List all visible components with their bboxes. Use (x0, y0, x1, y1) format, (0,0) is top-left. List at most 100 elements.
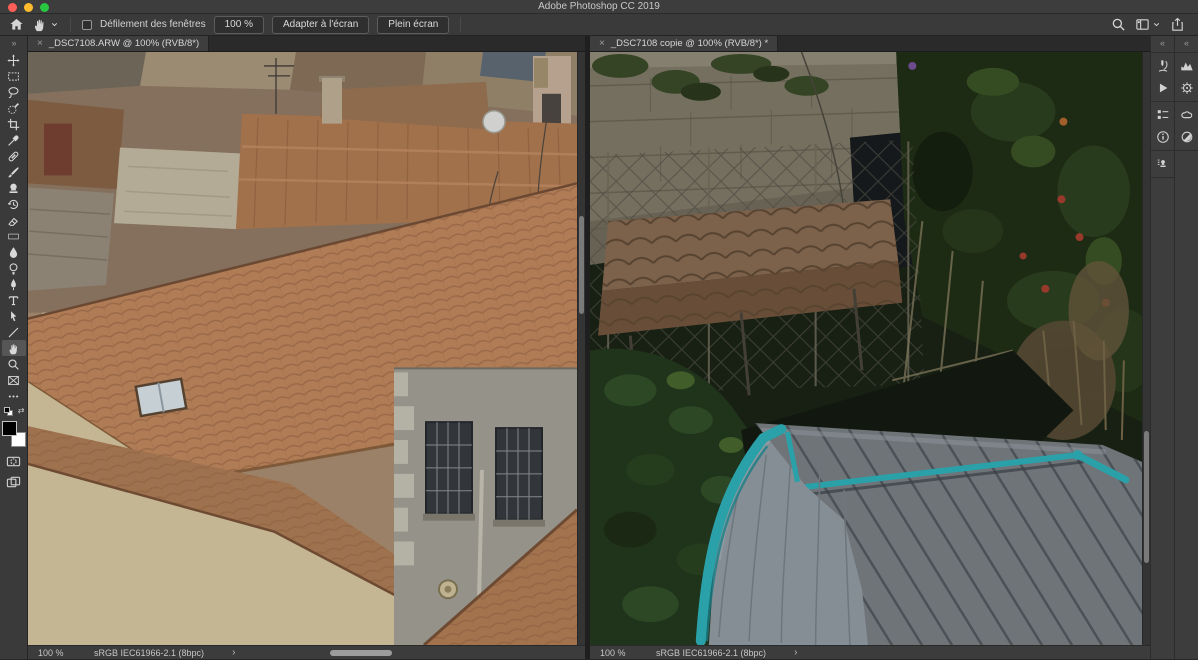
color-profile-status: sRGB IEC61966-2.1 (8bpc) (94, 647, 205, 658)
photo-canvas-right[interactable] (590, 52, 1142, 645)
path-selection-tool[interactable] (2, 308, 26, 324)
tool-bar: » ⇄ (0, 36, 28, 659)
layer-comps-icon (1156, 108, 1170, 122)
edit-toolbar-button[interactable] (2, 388, 26, 404)
hand-tool-icon (32, 17, 47, 32)
dock-column-2: « (1174, 36, 1198, 659)
line-icon (7, 326, 20, 339)
status-menu-button[interactable]: › (232, 647, 235, 658)
clone-stamp-tool[interactable] (2, 180, 26, 196)
workspace-switcher[interactable] (1135, 17, 1161, 32)
adjustments-icon (1180, 130, 1194, 144)
crop-icon (7, 118, 20, 131)
line-tool[interactable] (2, 324, 26, 340)
healing-brush-tool[interactable] (2, 148, 26, 164)
home-icon[interactable] (9, 17, 24, 32)
tab-title: _DSC7108 copie @ 100% (RVB/8*) * (610, 38, 769, 49)
workspace-icon (1135, 17, 1150, 32)
default-foreground-icon (3, 407, 10, 413)
panel-histogram-button[interactable] (1176, 56, 1198, 75)
gradient-icon (7, 230, 20, 243)
swap-colors-icon[interactable]: ⇄ (18, 406, 25, 415)
ellipsis-icon (7, 390, 20, 403)
dodge-tool[interactable] (2, 260, 26, 276)
color-profile-status: sRGB IEC61966-2.1 (8bpc) (656, 647, 767, 658)
dock-collapse-button[interactable]: « (1175, 36, 1198, 52)
document-tab[interactable]: × _DSC7108.ARW @ 100% (RVB/8*) (28, 36, 210, 51)
scroll-all-windows-checkbox[interactable] (82, 19, 92, 30)
panel-group (1175, 101, 1198, 151)
panel-layer-comps-button[interactable] (1152, 105, 1174, 124)
brush-tool[interactable] (2, 164, 26, 180)
history-brush-tool[interactable] (2, 196, 26, 212)
panel-actions-button[interactable] (1152, 78, 1174, 97)
options-bar: Défilement des fenêtres 100 % Adapter à … (0, 14, 1198, 36)
close-tab-icon[interactable]: × (599, 38, 605, 49)
panel-group (1151, 52, 1174, 101)
panel-clone-source-button[interactable] (1152, 154, 1174, 173)
navigator-icon (1180, 81, 1194, 95)
frame-tool[interactable] (2, 372, 26, 388)
scroll-all-windows-label: Défilement des fenêtres (100, 19, 206, 30)
eyedropper-tool[interactable] (2, 132, 26, 148)
color-swatches (1, 421, 26, 447)
crop-tool[interactable] (2, 116, 26, 132)
quick-mask-button[interactable] (5, 454, 22, 469)
status-menu-button[interactable]: › (794, 647, 797, 658)
panel-group (1151, 101, 1174, 150)
search-icon[interactable] (1111, 17, 1126, 32)
screen-mode-button[interactable] (5, 475, 22, 490)
foreground-color-swatch[interactable] (1, 421, 17, 436)
marquee-icon (7, 70, 20, 83)
vertical-scrollbar[interactable] (577, 52, 585, 645)
type-tool[interactable] (2, 292, 26, 308)
eraser-icon (7, 214, 20, 227)
document-window-right: × _DSC7108 copie @ 100% (RVB/8*) * 100 %… (590, 36, 1150, 659)
move-tool[interactable] (2, 52, 26, 68)
fit-screen-button[interactable]: Adapter à l'écran (271, 15, 370, 34)
blur-tool[interactable] (2, 244, 26, 260)
panel-brush-settings-button[interactable] (1152, 56, 1174, 75)
pen-tool[interactable] (2, 276, 26, 292)
zoom-level-field[interactable]: 100 % (590, 648, 642, 658)
zoom-level-field[interactable]: 100 % (28, 648, 80, 658)
separator (70, 17, 71, 32)
panel-adjustments-button[interactable] (1176, 127, 1198, 146)
panel-group (1151, 150, 1174, 178)
status-bar: 100 % sRGB IEC61966-2.1 (8bpc) › (590, 645, 1150, 659)
panel-libraries-button[interactable] (1176, 105, 1198, 124)
eyedropper-icon (7, 134, 20, 147)
quick-selection-tool[interactable] (2, 100, 26, 116)
photo-canvas-left[interactable] (28, 52, 577, 645)
panel-navigator-button[interactable] (1176, 78, 1198, 97)
dodge-icon (7, 262, 20, 275)
lasso-tool[interactable] (2, 84, 26, 100)
gradient-tool[interactable] (2, 228, 26, 244)
document-tab[interactable]: × _DSC7108 copie @ 100% (RVB/8*) * (590, 36, 779, 51)
toolbar-collapse-button[interactable]: » (0, 36, 27, 52)
vertical-scrollbar[interactable] (1142, 52, 1150, 645)
hand-tool[interactable] (1, 340, 26, 356)
eraser-tool[interactable] (2, 212, 26, 228)
vertical-scrollbar-thumb[interactable] (1144, 431, 1149, 563)
share-icon[interactable] (1170, 17, 1185, 32)
libraries-icon (1180, 108, 1194, 122)
dock-column-1: « (1150, 36, 1174, 659)
zoom-100-button[interactable]: 100 % (213, 15, 264, 34)
tool-preset-picker[interactable] (32, 17, 59, 32)
fill-screen-button[interactable]: Plein écran (377, 15, 450, 34)
close-window-button[interactable] (8, 3, 17, 12)
move-icon (7, 54, 20, 67)
panel-info-button[interactable] (1152, 127, 1174, 146)
minimize-window-button[interactable] (24, 3, 33, 12)
panel-dock: «« (1150, 36, 1198, 659)
horizontal-scrollbar-thumb[interactable] (330, 650, 392, 656)
fullscreen-window-button[interactable] (40, 3, 49, 12)
default-colors-control[interactable]: ⇄ (3, 406, 25, 418)
vertical-scrollbar-thumb[interactable] (579, 216, 584, 314)
close-tab-icon[interactable]: × (37, 38, 43, 49)
marquee-tool[interactable] (2, 68, 26, 84)
dock-collapse-button[interactable]: « (1151, 36, 1174, 52)
tab-strip: × _DSC7108 copie @ 100% (RVB/8*) * (590, 36, 1150, 52)
zoom-tool[interactable] (2, 356, 26, 372)
